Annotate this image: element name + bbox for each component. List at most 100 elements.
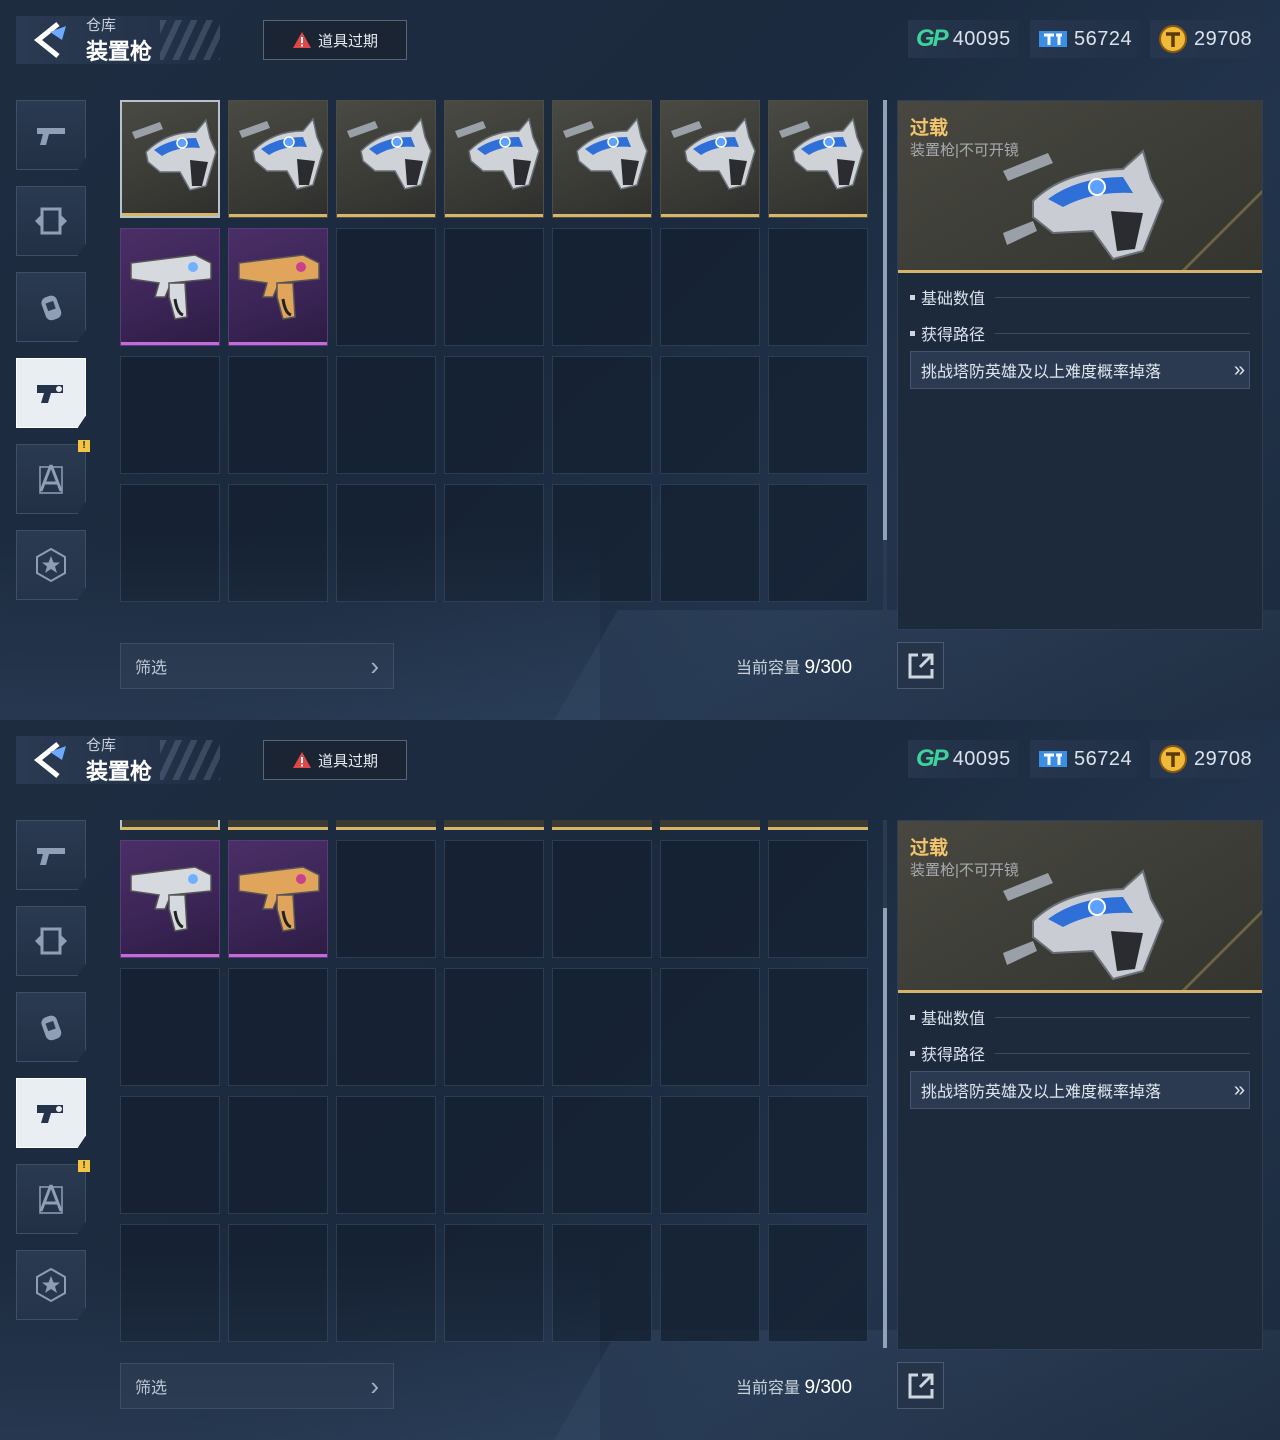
grid-scrollbar[interactable] [883, 820, 887, 1348]
inventory-item-gold[interactable] [552, 100, 652, 218]
section-base-stats[interactable]: 基础数值 [910, 285, 1250, 309]
empty-slot[interactable] [120, 968, 220, 1086]
empty-slot[interactable] [120, 1096, 220, 1214]
tab-device-gun[interactable] [16, 1078, 86, 1148]
expired-items-button[interactable]: 道具过期 [263, 740, 407, 780]
empty-slot[interactable] [444, 1096, 544, 1214]
empty-slot[interactable] [444, 484, 544, 602]
grid-cell-partial[interactable] [768, 820, 868, 830]
inventory-item-gold[interactable] [768, 100, 868, 218]
inventory-item-purple[interactable] [228, 228, 328, 346]
inventory-item-purple[interactable] [120, 840, 220, 958]
inventory-item-gold[interactable] [444, 100, 544, 218]
tab-badges[interactable] [16, 1250, 86, 1320]
empty-slot[interactable] [444, 356, 544, 474]
section-base-stats[interactable]: 基础数值 [910, 1005, 1250, 1029]
tab-pistol[interactable] [16, 100, 86, 170]
empty-slot[interactable] [228, 1224, 328, 1342]
inventory-item-gold[interactable] [228, 100, 328, 218]
empty-slot[interactable] [336, 484, 436, 602]
inventory-item-gold[interactable] [660, 100, 760, 218]
notice-badge: ! [78, 440, 90, 452]
empty-slot[interactable] [228, 356, 328, 474]
empty-slot[interactable] [120, 484, 220, 602]
empty-slot[interactable] [552, 356, 652, 474]
empty-slot[interactable] [336, 840, 436, 958]
tab-device-gun[interactable] [16, 358, 86, 428]
tab-tools[interactable] [16, 1164, 86, 1234]
source-route-button[interactable]: 挑战塔防英雄及以上难度概率掉落 » [910, 1071, 1250, 1109]
share-button[interactable] [897, 642, 944, 689]
tab-grenade[interactable] [16, 992, 86, 1062]
inventory-item-gold[interactable] [120, 100, 220, 218]
inventory-item-purple[interactable] [228, 840, 328, 958]
section-title: 获得路径 [921, 327, 986, 344]
empty-slot[interactable] [768, 1096, 868, 1214]
empty-slot[interactable] [660, 228, 760, 346]
chevron-right-icon: › [370, 651, 379, 681]
inventory-item-gold[interactable] [336, 100, 436, 218]
empty-slot[interactable] [768, 968, 868, 1086]
empty-slot[interactable] [120, 1224, 220, 1342]
inventory-item-purple[interactable] [120, 228, 220, 346]
empty-slot[interactable] [444, 968, 544, 1086]
tab-tools[interactable] [16, 444, 86, 514]
gold-coin-icon [1159, 25, 1187, 53]
tab-badges[interactable] [16, 530, 86, 600]
empty-slot[interactable] [768, 1224, 868, 1342]
empty-slot[interactable] [660, 840, 760, 958]
scroll-thumb[interactable] [883, 908, 887, 1348]
empty-slot[interactable] [552, 1096, 652, 1214]
grid-cell-partial[interactable] [552, 820, 652, 830]
empty-slot[interactable] [768, 840, 868, 958]
grid-cell-partial[interactable] [228, 820, 328, 830]
empty-slot[interactable] [228, 968, 328, 1086]
grid-scrollbar[interactable] [883, 100, 887, 628]
source-route-label: 挑战塔防英雄及以上难度概率掉落 [921, 1084, 1162, 1101]
back-button[interactable] [28, 18, 76, 62]
empty-slot[interactable] [228, 1096, 328, 1214]
empty-slot[interactable] [768, 484, 868, 602]
filter-button[interactable]: 筛选 › [120, 643, 394, 689]
tab-card[interactable] [16, 906, 86, 976]
device-gun-blue-icon [132, 118, 217, 191]
empty-slot[interactable] [768, 228, 868, 346]
share-button[interactable] [897, 1362, 944, 1409]
source-route-button[interactable]: 挑战塔防英雄及以上难度概率掉落 » [910, 351, 1250, 389]
empty-slot[interactable] [768, 356, 868, 474]
empty-slot[interactable] [336, 1224, 436, 1342]
star-badge-icon [36, 547, 66, 583]
empty-slot[interactable] [336, 356, 436, 474]
back-button[interactable] [28, 738, 76, 782]
tab-pistol[interactable] [16, 820, 86, 890]
empty-slot[interactable] [660, 1224, 760, 1342]
empty-slot[interactable] [552, 968, 652, 1086]
tab-card[interactable] [16, 186, 86, 256]
empty-slot[interactable] [336, 1096, 436, 1214]
empty-slot[interactable] [444, 1224, 544, 1342]
empty-slot[interactable] [336, 968, 436, 1086]
empty-slot[interactable] [120, 356, 220, 474]
empty-slot[interactable] [228, 484, 328, 602]
empty-slot[interactable] [660, 484, 760, 602]
expired-items-button[interactable]: 道具过期 [263, 20, 407, 60]
empty-slot[interactable] [552, 484, 652, 602]
empty-slot[interactable] [336, 228, 436, 346]
empty-slot[interactable] [552, 840, 652, 958]
empty-slot[interactable] [444, 228, 544, 346]
filter-button[interactable]: 筛选 › [120, 1363, 394, 1409]
empty-slot[interactable] [660, 1096, 760, 1214]
empty-slot[interactable] [444, 840, 544, 958]
empty-slot[interactable] [660, 356, 760, 474]
tab-grenade[interactable] [16, 272, 86, 342]
grid-cell-partial[interactable] [336, 820, 436, 830]
export-icon [908, 653, 933, 678]
grid-cell-partial[interactable] [120, 820, 220, 830]
scroll-thumb[interactable] [883, 100, 887, 540]
empty-slot[interactable] [660, 968, 760, 1086]
empty-slot[interactable] [552, 228, 652, 346]
grid-cell-partial[interactable] [444, 820, 544, 830]
empty-slot[interactable] [552, 1224, 652, 1342]
grid-cell-partial[interactable] [660, 820, 760, 830]
device-gun-blue-icon [239, 117, 324, 190]
